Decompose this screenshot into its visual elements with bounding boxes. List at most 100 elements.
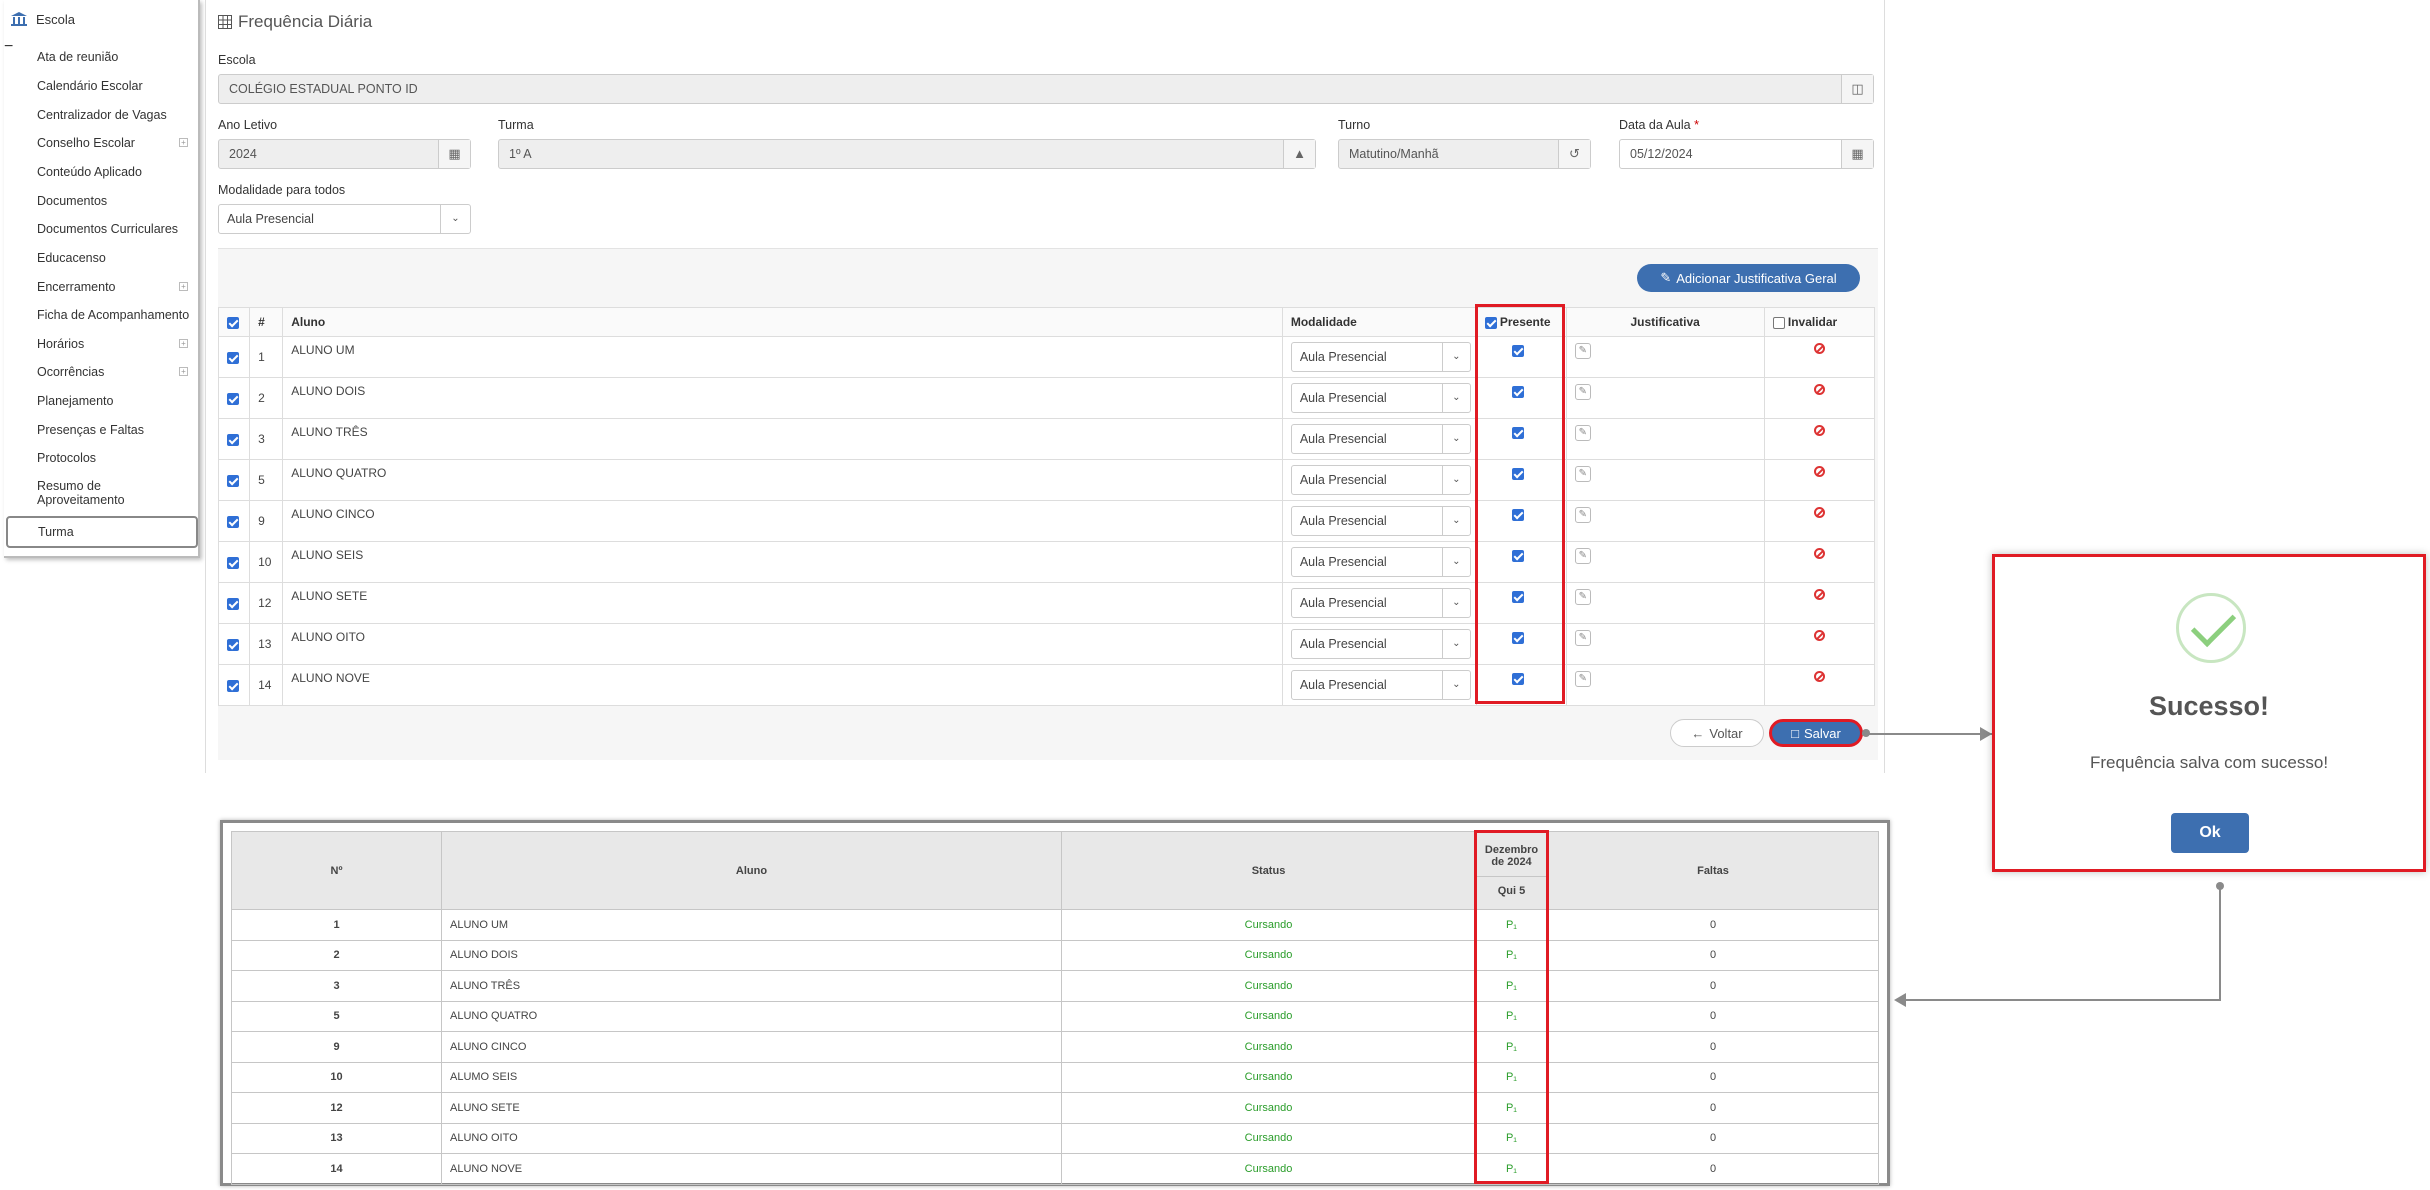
turno-value: Matutino/Manhã — [1349, 147, 1439, 161]
sidebar-item[interactable]: Ficha de Acompanhamento — [37, 308, 189, 322]
select-all-header[interactable] — [217, 307, 251, 337]
table-row: 14 ALUNO NOVE Cursando P₁ 0 — [231, 1153, 1879, 1185]
table-row: 10 ALUNO SEIS Aula Presencial ⌄ ✎ — [217, 541, 1876, 583]
row-modalidade-select[interactable]: Aula Presencial ⌄ — [1290, 465, 1471, 495]
sidebar-item[interactable]: Documentos Curriculares — [37, 222, 178, 236]
ban-icon[interactable] — [1813, 589, 1825, 600]
row-select-checkbox[interactable] — [227, 515, 239, 528]
edit-icon[interactable]: ✎ — [1574, 589, 1591, 605]
save-button[interactable]: □ Salvar — [1769, 719, 1863, 747]
edit-icon[interactable]: ✎ — [1574, 630, 1591, 646]
report-aluno: ALUMO SEIS — [441, 1061, 1062, 1093]
expand-icon[interactable]: + — [179, 282, 188, 291]
row-select-cell[interactable] — [217, 418, 251, 460]
ok-button[interactable]: Ok — [2171, 813, 2249, 853]
row-modalidade-select[interactable]: Aula Presencial ⌄ — [1290, 342, 1471, 372]
ban-icon[interactable] — [1813, 343, 1825, 354]
ban-icon[interactable] — [1813, 630, 1825, 641]
row-modalidade-select[interactable]: Aula Presencial ⌄ — [1290, 588, 1471, 618]
sidebar-item[interactable]: Conselho Escolar + — [37, 136, 188, 150]
row-select-checkbox[interactable] — [227, 556, 239, 569]
row-modalidade-select[interactable]: Aula Presencial ⌄ — [1290, 383, 1471, 413]
row-select-cell[interactable] — [217, 582, 251, 624]
ano-field[interactable]: 2024 ▦ — [218, 139, 471, 169]
modalidade-todos-select[interactable]: Aula Presencial ⌄ — [218, 204, 471, 234]
chevron-down-icon: ⌄ — [1441, 671, 1470, 699]
edit-icon[interactable]: ✎ — [1574, 425, 1591, 441]
row-select-cell[interactable] — [217, 623, 251, 665]
expand-icon[interactable]: + — [179, 138, 188, 147]
connector-dot — [1862, 729, 1870, 737]
data-field[interactable]: 05/12/2024 ▦ — [1619, 139, 1874, 169]
row-justificativa-cell: ✎ — [1565, 377, 1765, 419]
row-modalidade-select[interactable]: Aula Presencial ⌄ — [1290, 424, 1471, 454]
row-modalidade-value: Aula Presencial — [1299, 514, 1387, 528]
ban-icon[interactable] — [1813, 548, 1825, 559]
row-select-checkbox[interactable] — [227, 474, 239, 487]
sidebar-item[interactable]: Resumo de Aproveitamento — [37, 479, 125, 507]
row-modalidade-select[interactable]: Aula Presencial ⌄ — [1290, 547, 1471, 577]
row-select-checkbox[interactable] — [227, 392, 239, 405]
sidebar-item-turma[interactable]: Turma — [6, 516, 198, 548]
row-aluno: ALUNO NOVE — [282, 664, 1283, 706]
turno-field[interactable]: Matutino/Manhã ↺ — [1338, 139, 1591, 169]
escola-field[interactable]: COLÉGIO ESTADUAL PONTO ID ◫ — [218, 74, 1874, 104]
add-justificativa-geral-button[interactable]: ✎ Adicionar Justificativa Geral — [1637, 264, 1860, 292]
edit-icon[interactable]: ✎ — [1574, 384, 1591, 400]
ban-icon[interactable] — [1813, 671, 1825, 682]
report-aluno: ALUNO DOIS — [441, 939, 1062, 971]
back-button[interactable]: ← Voltar — [1670, 719, 1764, 747]
sidebar-header[interactable]: Escola — [4, 0, 198, 38]
sidebar-item[interactable]: Centralizador de Vagas — [37, 108, 167, 122]
select-all-checkbox[interactable] — [227, 316, 239, 329]
invalidar-all-checkbox[interactable] — [1772, 316, 1785, 329]
row-select-cell[interactable] — [217, 336, 251, 378]
ban-icon[interactable] — [1813, 507, 1825, 518]
expand-icon[interactable]: + — [179, 367, 188, 376]
sidebar-item[interactable]: Documentos — [37, 194, 107, 208]
edit-icon[interactable]: ✎ — [1574, 548, 1591, 564]
report-status: Cursando — [1061, 1061, 1476, 1093]
row-modalidade-cell: Aula Presencial ⌄ — [1281, 582, 1477, 624]
sidebar-item[interactable]: Educacenso — [37, 251, 106, 265]
sidebar-item[interactable]: Ata de reunião — [37, 50, 118, 64]
row-select-checkbox[interactable] — [227, 597, 239, 610]
sidebar-item[interactable]: Ocorrências + — [37, 365, 188, 379]
invalidar-header[interactable]: Invalidar — [1763, 307, 1876, 337]
row-select-checkbox[interactable] — [227, 679, 239, 692]
row-aluno: ALUNO DOIS — [282, 377, 1283, 419]
row-modalidade-value: Aula Presencial — [1299, 637, 1387, 651]
sidebar-item[interactable]: Encerramento + — [37, 280, 188, 294]
edit-icon[interactable]: ✎ — [1574, 343, 1591, 359]
edit-icon[interactable]: ✎ — [1574, 671, 1591, 687]
report-faltas: 0 — [1547, 970, 1879, 1002]
expand-icon[interactable]: + — [179, 339, 188, 348]
sidebar-item[interactable]: Conteúdo Aplicado — [37, 165, 142, 179]
ban-icon[interactable] — [1813, 466, 1825, 477]
collapse-icon[interactable]: − — [4, 38, 13, 55]
row-select-cell[interactable] — [217, 541, 251, 583]
ban-icon[interactable] — [1813, 425, 1825, 436]
row-select-cell[interactable] — [217, 459, 251, 501]
chevron-down-icon: ⌄ — [1441, 507, 1470, 535]
turma-field[interactable]: 1º A ▲ — [498, 139, 1316, 169]
sidebar-item[interactable]: Presenças e Faltas — [37, 423, 144, 437]
row-select-checkbox[interactable] — [227, 433, 239, 446]
row-select-cell[interactable] — [217, 664, 251, 706]
sidebar-item[interactable]: Horários + — [37, 337, 188, 351]
sidebar-item[interactable]: Planejamento — [37, 394, 113, 408]
row-modalidade-select[interactable]: Aula Presencial ⌄ — [1290, 629, 1471, 659]
edit-icon[interactable]: ✎ — [1574, 466, 1591, 482]
row-modalidade-select[interactable]: Aula Presencial ⌄ — [1290, 670, 1471, 700]
sidebar-item-label: Centralizador de Vagas — [37, 108, 167, 122]
row-select-cell[interactable] — [217, 500, 251, 542]
report-num: 14 — [231, 1153, 442, 1185]
sidebar-item[interactable]: Protocolos — [37, 451, 96, 465]
sidebar-item[interactable]: Calendário Escolar — [37, 79, 143, 93]
row-select-cell[interactable] — [217, 377, 251, 419]
row-select-checkbox[interactable] — [227, 638, 239, 651]
edit-icon[interactable]: ✎ — [1574, 507, 1591, 523]
row-modalidade-select[interactable]: Aula Presencial ⌄ — [1290, 506, 1471, 536]
row-select-checkbox[interactable] — [227, 351, 239, 364]
ban-icon[interactable] — [1813, 384, 1825, 395]
